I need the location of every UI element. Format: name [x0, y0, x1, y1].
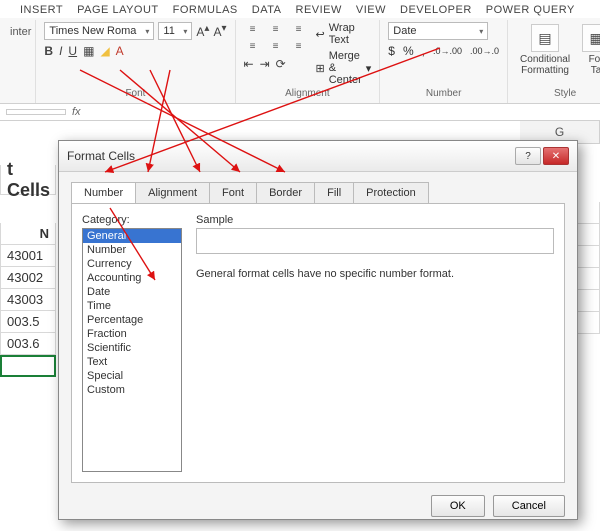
- font-name-combo[interactable]: Times New Roma▾: [44, 22, 154, 40]
- list-item[interactable]: Time: [83, 299, 181, 313]
- italic-button[interactable]: I: [59, 44, 62, 58]
- ribbon-tab[interactable]: VIEW: [356, 4, 386, 16]
- decrease-decimal-icon[interactable]: .00→.0: [470, 46, 499, 56]
- align-top-icon[interactable]: ≡: [244, 22, 262, 36]
- ribbon: inter Times New Roma▾ 11▾ A▴ A▾ B I U ▦ …: [0, 18, 600, 104]
- sample-label: Sample: [196, 214, 554, 226]
- align-right-icon[interactable]: ≡: [290, 39, 308, 53]
- merge-center-button[interactable]: ⊞Merge & Center▾: [316, 50, 372, 86]
- category-listbox[interactable]: General Number Currency Accounting Date …: [82, 228, 182, 472]
- fill-color-icon[interactable]: ◢: [100, 44, 109, 58]
- list-item[interactable]: Currency: [83, 257, 181, 271]
- format-description: General format cells have no specific nu…: [196, 268, 554, 280]
- tab-fill[interactable]: Fill: [314, 182, 354, 203]
- align-bottom-icon[interactable]: ≡: [290, 22, 308, 36]
- close-button[interactable]: ✕: [543, 147, 569, 165]
- format-table-icon: ▦: [582, 24, 600, 52]
- orientation-icon[interactable]: ⟳: [276, 57, 286, 71]
- chevron-down-icon: ▾: [366, 62, 372, 75]
- border-icon[interactable]: ▦: [83, 44, 94, 58]
- help-button[interactable]: ?: [515, 147, 541, 165]
- grow-font-icon[interactable]: A▴: [196, 23, 209, 39]
- group-label: Number: [388, 86, 499, 101]
- title-cell: t Cells: [0, 165, 56, 195]
- chevron-down-icon: ▾: [183, 27, 187, 36]
- wrap-text-button[interactable]: ↩Wrap Text: [316, 22, 372, 46]
- conditional-formatting-icon: ▤: [531, 24, 559, 52]
- category-label: Category:: [82, 214, 182, 226]
- list-item[interactable]: Custom: [83, 383, 181, 397]
- align-center-icon[interactable]: ≡: [267, 39, 285, 53]
- comma-icon[interactable]: ,: [422, 44, 425, 58]
- group-label: Alignment: [244, 86, 372, 101]
- list-item[interactable]: Special: [83, 369, 181, 383]
- shrink-font-icon[interactable]: A▾: [213, 23, 226, 39]
- ok-button[interactable]: OK: [431, 495, 485, 517]
- ribbon-tab[interactable]: DEVELOPER: [400, 4, 472, 16]
- dialog-tabs: Number Alignment Font Border Fill Protec…: [71, 182, 565, 203]
- format-painter-label: inter: [10, 20, 36, 103]
- currency-icon[interactable]: $: [388, 44, 395, 58]
- bold-button[interactable]: B: [44, 44, 53, 58]
- list-item[interactable]: Fraction: [83, 327, 181, 341]
- wrap-text-icon: ↩: [316, 28, 325, 41]
- sample-box: [196, 228, 554, 254]
- chevron-down-icon: ▾: [479, 27, 483, 36]
- format-cells-dialog: Format Cells ? ✕ Number Alignment Font B…: [58, 140, 578, 520]
- styles-group: ▤ ConditionalFormatting ▦ ForTa Style: [508, 20, 600, 103]
- formula-bar: fx: [0, 104, 600, 121]
- list-item[interactable]: Date: [83, 285, 181, 299]
- dialog-panel: Category: General Number Currency Accoun…: [71, 203, 565, 483]
- data-cell[interactable]: 43002: [0, 267, 56, 289]
- group-label: Font: [44, 86, 226, 101]
- data-cell[interactable]: 43003: [0, 289, 56, 311]
- number-format-combo[interactable]: Date▾: [388, 22, 488, 40]
- fx-icon[interactable]: fx: [72, 106, 81, 118]
- list-item[interactable]: Number: [83, 243, 181, 257]
- tab-alignment[interactable]: Alignment: [135, 182, 210, 203]
- tab-number[interactable]: Number: [71, 182, 136, 203]
- list-item[interactable]: Text: [83, 355, 181, 369]
- data-cell[interactable]: 003.5: [0, 311, 56, 333]
- group-label: Style: [516, 86, 600, 101]
- data-cell[interactable]: 43001: [0, 245, 56, 267]
- percent-icon[interactable]: %: [403, 44, 414, 58]
- name-box[interactable]: [6, 109, 66, 115]
- increase-indent-icon[interactable]: ⇥: [260, 57, 270, 71]
- decrease-indent-icon[interactable]: ⇤: [244, 57, 254, 71]
- header-cell: N: [0, 223, 56, 245]
- list-item[interactable]: Percentage: [83, 313, 181, 327]
- dialog-titlebar[interactable]: Format Cells ? ✕: [59, 141, 577, 172]
- conditional-formatting-button[interactable]: ▤ ConditionalFormatting: [516, 22, 574, 86]
- font-color-icon[interactable]: A: [116, 44, 124, 58]
- align-middle-icon[interactable]: ≡: [267, 22, 285, 36]
- alignment-group: ≡ ≡ ≡ ≡ ≡ ≡ ⇤ ⇥ ⟳ ↩Wrap Text ⊞Merge & Ce…: [236, 20, 381, 103]
- list-item[interactable]: Scientific: [83, 341, 181, 355]
- ribbon-tab[interactable]: REVIEW: [296, 4, 342, 16]
- list-item[interactable]: Accounting: [83, 271, 181, 285]
- underline-button[interactable]: U: [68, 44, 77, 58]
- font-size-combo[interactable]: 11▾: [158, 22, 192, 40]
- chevron-down-icon: ▾: [145, 27, 149, 36]
- list-item[interactable]: General: [83, 229, 181, 243]
- font-group: Times New Roma▾ 11▾ A▴ A▾ B I U ▦ ◢ A Fo…: [36, 20, 235, 103]
- align-left-icon[interactable]: ≡: [244, 39, 262, 53]
- ribbon-tab[interactable]: POWER QUERY: [486, 4, 575, 16]
- ribbon-tab[interactable]: FORMULAS: [173, 4, 238, 16]
- ribbon-tab[interactable]: INSERT: [20, 4, 63, 16]
- number-group: Date▾ $ % , .0→.00 .00→.0 Number: [380, 20, 508, 103]
- tab-protection[interactable]: Protection: [353, 182, 429, 203]
- format-table-button[interactable]: ▦ ForTa: [578, 22, 600, 86]
- data-cell[interactable]: 003.6: [0, 333, 56, 355]
- ribbon-tab[interactable]: PAGE LAYOUT: [77, 4, 159, 16]
- tab-font[interactable]: Font: [209, 182, 257, 203]
- selected-cell[interactable]: [0, 355, 56, 377]
- tab-border[interactable]: Border: [256, 182, 315, 203]
- dialog-title: Format Cells: [67, 149, 135, 163]
- cancel-button[interactable]: Cancel: [493, 495, 565, 517]
- merge-icon: ⊞: [316, 62, 325, 75]
- increase-decimal-icon[interactable]: .0→.00: [433, 46, 462, 56]
- ribbon-tab-strip: INSERT PAGE LAYOUT FORMULAS DATA REVIEW …: [0, 0, 600, 18]
- ribbon-tab[interactable]: DATA: [252, 4, 282, 16]
